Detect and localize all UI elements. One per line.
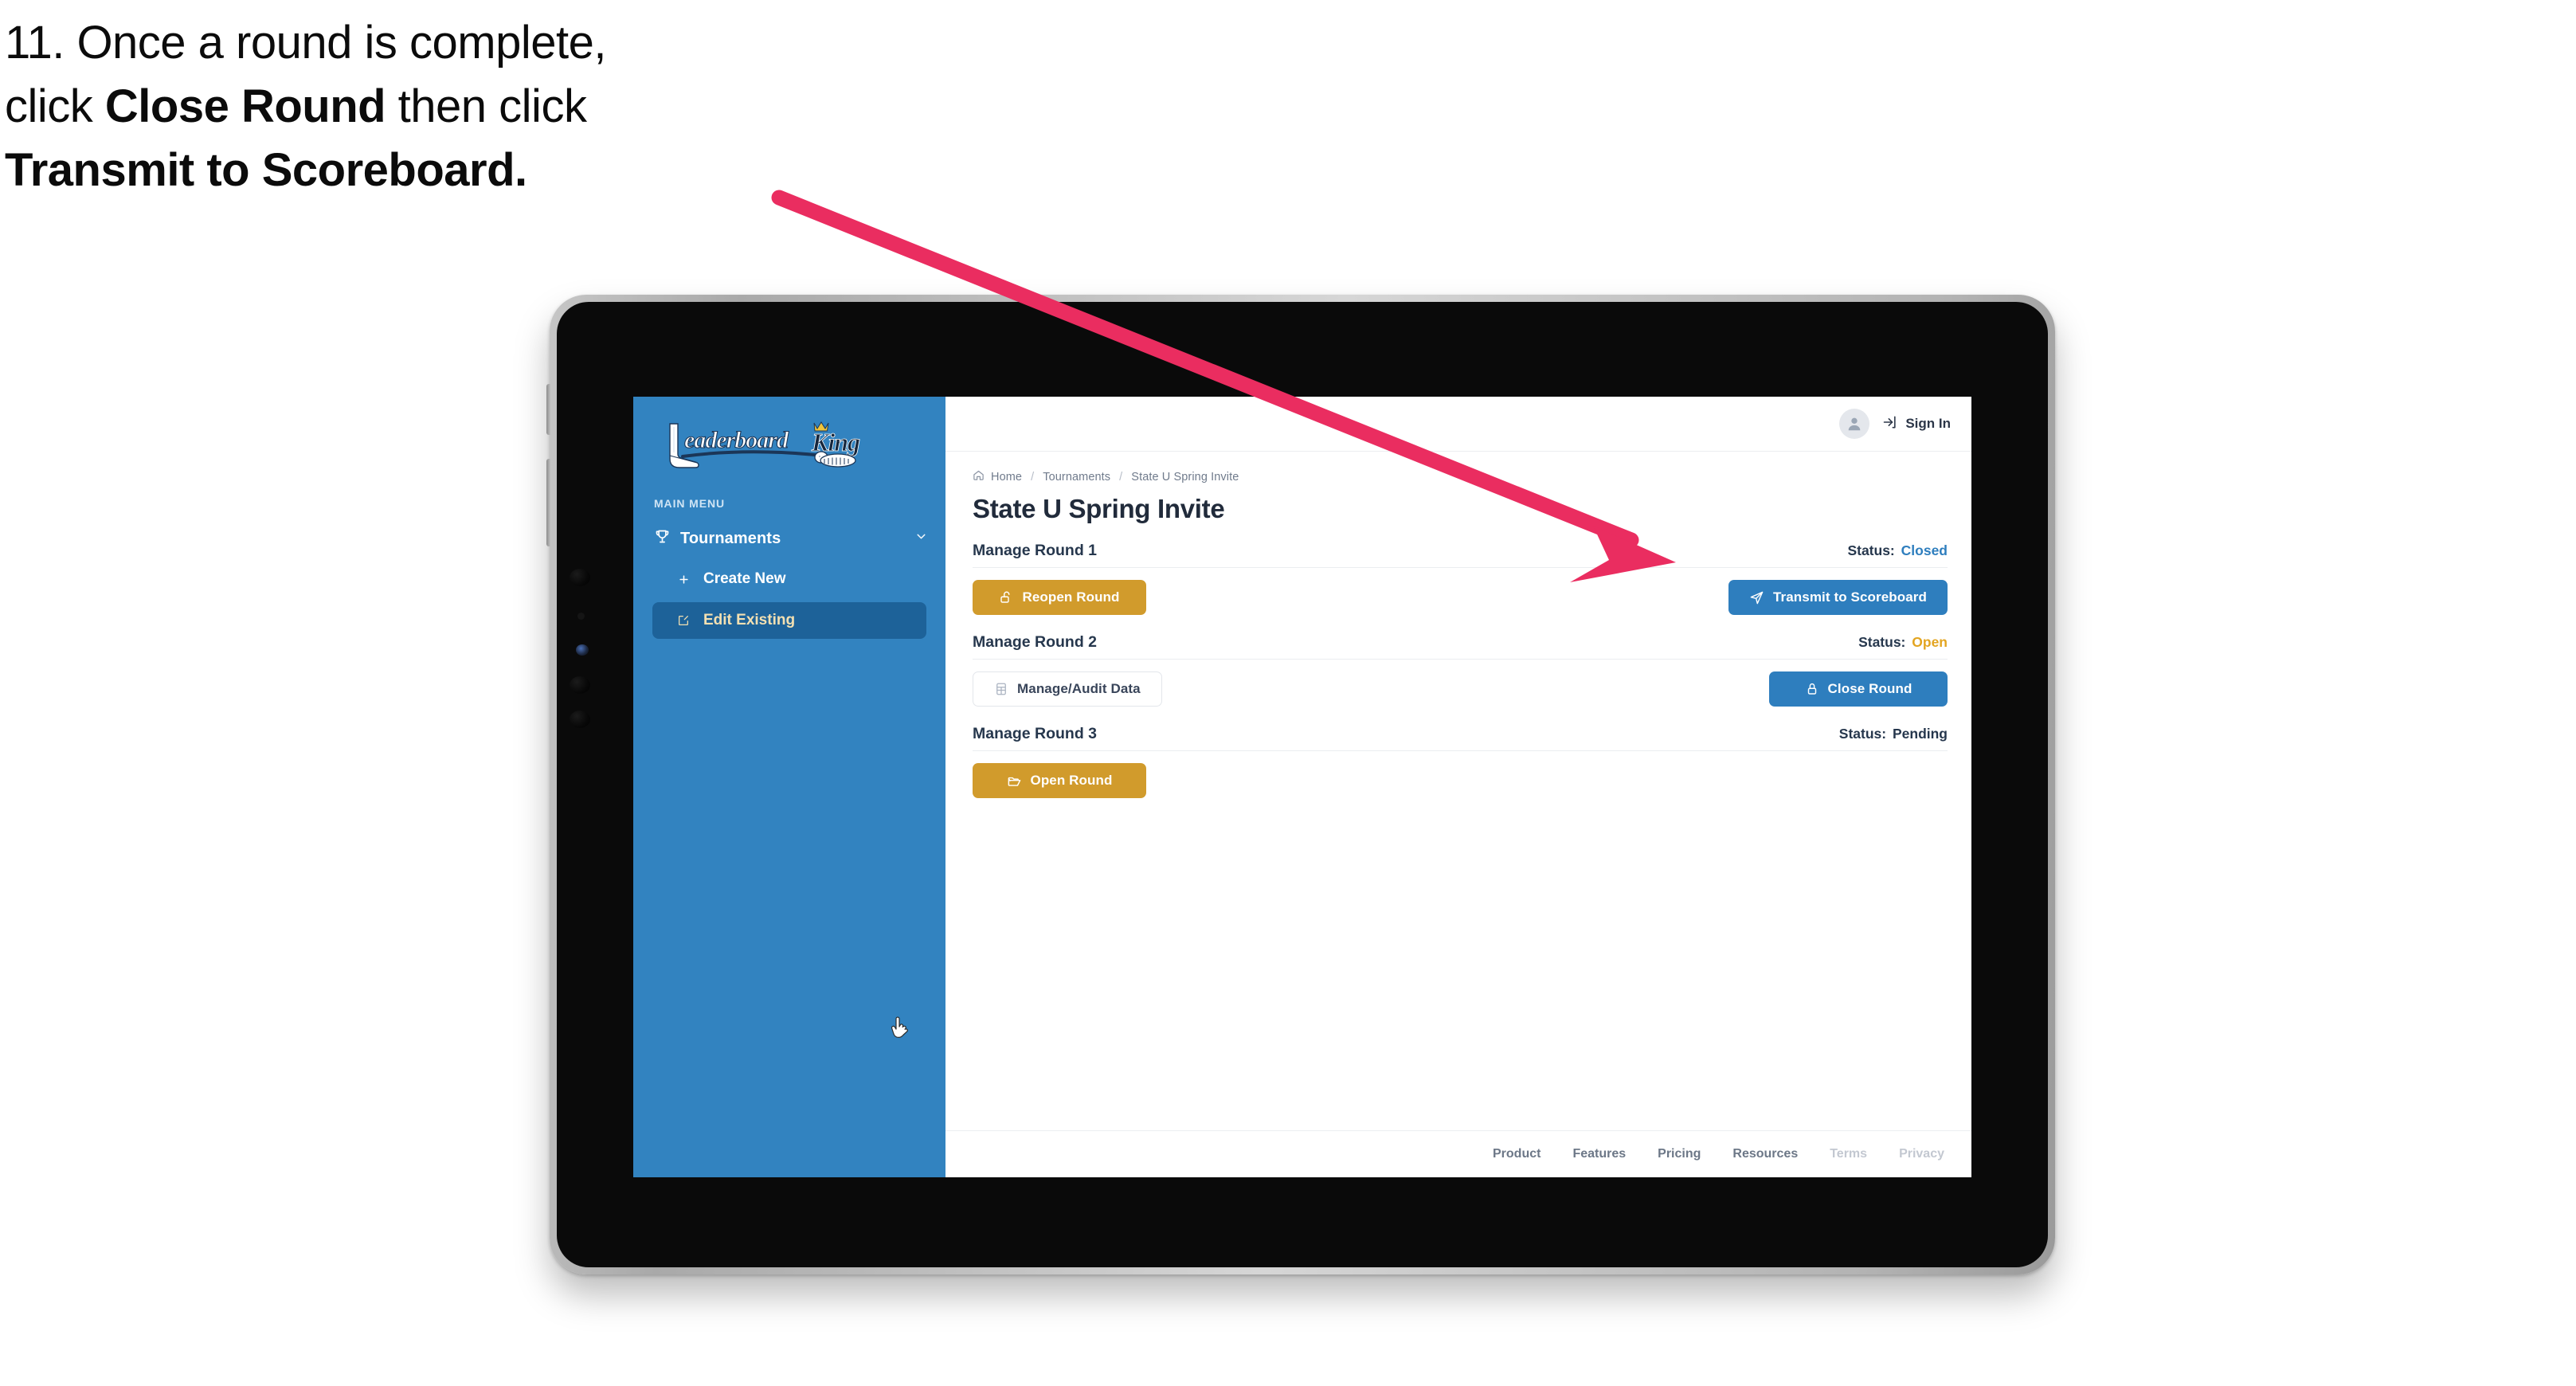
svg-text:eaderboard: eaderboard — [684, 427, 789, 453]
footer-link-features[interactable]: Features — [1572, 1147, 1626, 1161]
speaker-hole-icon — [570, 676, 590, 694]
sidebar: eaderboard King MAIN MENU Tournaments Cr… — [633, 397, 945, 1177]
tablet-volume-button-up — [546, 384, 551, 435]
app-logo[interactable]: eaderboard King — [633, 397, 945, 492]
round-name-3: Manage Round 3 — [973, 725, 1098, 742]
edit-pencil-icon — [675, 614, 692, 627]
plus-icon — [675, 574, 692, 585]
transmit-to-scoreboard-button[interactable]: Transmit to Scoreboard — [1728, 580, 1948, 615]
sidebar-item-edit-existing[interactable]: Edit Existing — [652, 602, 926, 639]
round-actions-2: Manage/Audit Data Close Round — [973, 671, 1948, 707]
breadcrumb-separator: / — [1119, 470, 1123, 484]
camera-icon — [570, 569, 590, 586]
sign-in-arrow-icon — [1882, 414, 1898, 434]
round-name-1: Manage Round 1 — [973, 542, 1098, 559]
sidebar-item-tournaments-label: Tournaments — [680, 529, 781, 547]
round-block-3: Manage Round 3 Status: Pending Open Roun — [973, 725, 1948, 799]
spreadsheet-icon — [994, 682, 1008, 696]
front-camera-icon — [576, 644, 589, 656]
round-header-2: Manage Round 2 Status: Open — [973, 633, 1948, 660]
manage-audit-data-button[interactable]: Manage/Audit Data — [973, 671, 1162, 707]
breadcrumb: Home / Tournaments / State U Spring Invi… — [973, 469, 1948, 484]
status-prefix: Status: — [1858, 634, 1906, 650]
open-round-label: Open Round — [1030, 773, 1113, 788]
breadcrumb-item-tournaments[interactable]: Tournaments — [1043, 471, 1110, 484]
sidebar-item-create-new-label: Create New — [703, 570, 786, 587]
status-badge-3: Pending — [1892, 726, 1948, 742]
tablet-volume-button-down — [546, 459, 551, 546]
page-title: State U Spring Invite — [973, 494, 1225, 523]
trophy-icon — [654, 528, 671, 550]
breadcrumb-item-home[interactable]: Home — [973, 469, 1022, 484]
footer-links: Product Features Pricing Resources Terms… — [945, 1130, 1971, 1177]
round-actions-1: Reopen Round Transmit to Scoreboard — [973, 579, 1948, 616]
sign-in-label: Sign In — [1905, 416, 1951, 431]
round-header-3: Manage Round 3 Status: Pending — [973, 725, 1948, 751]
close-round-button[interactable]: Close Round — [1769, 671, 1948, 707]
reopen-round-button[interactable]: Reopen Round — [973, 580, 1146, 615]
open-round-button[interactable]: Open Round — [973, 763, 1146, 798]
top-bar: Sign In — [945, 397, 1971, 452]
footer-link-product[interactable]: Product — [1493, 1147, 1541, 1161]
sidebar-item-tournaments[interactable]: Tournaments — [633, 521, 945, 556]
round-status-3: Status: Pending — [1839, 726, 1948, 742]
transmit-to-scoreboard-label: Transmit to Scoreboard — [1772, 589, 1927, 605]
footer-link-resources[interactable]: Resources — [1732, 1147, 1798, 1161]
caption-line-1: 11. Once a round is complete, — [5, 17, 606, 69]
paper-plane-icon — [1749, 590, 1764, 605]
round-header-1: Manage Round 1 Status: Closed — [973, 542, 1948, 568]
sidebar-item-create-new[interactable]: Create New — [652, 561, 926, 597]
sign-in-button[interactable]: Sign In — [1882, 414, 1951, 434]
round-block-1: Manage Round 1 Status: Closed Reopen Rou — [973, 542, 1948, 616]
round-name-2: Manage Round 2 — [973, 633, 1098, 651]
sensor-icon — [577, 613, 585, 620]
user-avatar-icon[interactable] — [1839, 409, 1870, 439]
caption-line-2: click Close Round then click — [5, 80, 587, 133]
close-round-label: Close Round — [1827, 681, 1912, 696]
breadcrumb-item-current: State U Spring Invite — [1131, 470, 1239, 484]
microphone-icon — [570, 711, 590, 728]
round-block-2: Manage Round 2 Status: Open Manage/Audit — [973, 633, 1948, 707]
main-panel: Sign In Home / Tournaments / State U Spr… — [945, 397, 1971, 1177]
status-badge-1: Closed — [1901, 542, 1948, 558]
caption-emphasis-transmit: Transmit to Scoreboard. — [5, 144, 527, 197]
home-icon — [973, 469, 985, 484]
sidebar-section-label: MAIN MENU — [654, 497, 725, 510]
reopen-round-label: Reopen Round — [1022, 589, 1120, 605]
instruction-caption: 11. Once a round is complete, click Clos… — [5, 11, 921, 202]
status-badge-2: Open — [1912, 634, 1948, 650]
status-prefix: Status: — [1847, 542, 1895, 558]
breadcrumb-separator: / — [1031, 470, 1035, 484]
round-status-1: Status: Closed — [1847, 542, 1948, 559]
breadcrumb-label-home: Home — [991, 470, 1023, 484]
caption-emphasis-close-round: Close Round — [104, 80, 386, 133]
manage-audit-data-label: Manage/Audit Data — [1017, 681, 1141, 696]
round-status-2: Status: Open — [1858, 634, 1948, 651]
footer-link-privacy[interactable]: Privacy — [1899, 1147, 1944, 1161]
unlock-icon — [999, 590, 1013, 605]
open-folder-icon — [1007, 773, 1022, 789]
footer-link-terms[interactable]: Terms — [1830, 1147, 1867, 1161]
chevron-down-icon[interactable] — [914, 530, 928, 548]
lock-icon — [1805, 682, 1819, 696]
app-screen: eaderboard King MAIN MENU Tournaments Cr… — [633, 397, 1971, 1177]
status-prefix: Status: — [1838, 726, 1887, 742]
leaderboard-king-logo-icon: eaderboard King — [669, 421, 861, 468]
page-content: Home / Tournaments / State U Spring Invi… — [945, 452, 1971, 1130]
round-actions-3: Open Round — [973, 762, 1948, 799]
footer-link-pricing[interactable]: Pricing — [1658, 1147, 1701, 1161]
caption-line-3: Transmit to Scoreboard. — [5, 139, 921, 202]
sidebar-item-edit-existing-label: Edit Existing — [703, 612, 796, 628]
